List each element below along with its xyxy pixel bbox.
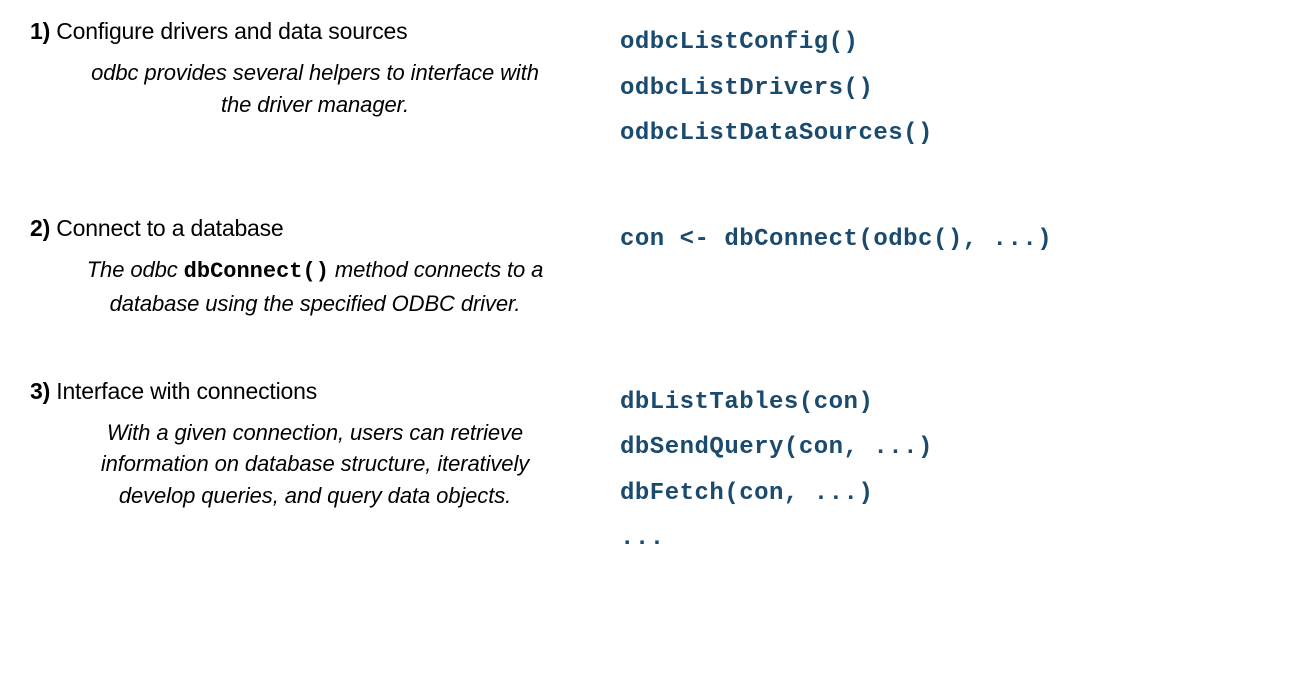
section-code: con <- dbConnect(odbc(), ...): [620, 215, 1272, 320]
code-line: odbcListDataSources(): [620, 111, 1272, 157]
section-title: Interface with connections: [56, 378, 317, 404]
code-line: odbcListDrivers(): [620, 66, 1272, 112]
code-line: con <- dbConnect(odbc(), ...): [620, 217, 1272, 263]
section-heading: 2) Connect to a database: [30, 215, 600, 242]
section-code: odbcListConfig() odbcListDrivers() odbcL…: [620, 18, 1272, 157]
code-line: odbcListConfig(): [620, 20, 1272, 66]
desc-inline-code: dbConnect(): [184, 259, 329, 284]
section-left: 2) Connect to a database The odbc dbConn…: [30, 215, 620, 320]
section-number: 3): [30, 378, 50, 404]
section-number: 1): [30, 18, 50, 44]
section-connect-database: 2) Connect to a database The odbc dbConn…: [30, 215, 1272, 320]
section-left: 3) Interface with connections With a giv…: [30, 378, 620, 562]
code-line: ...: [620, 516, 1272, 562]
code-line: dbSendQuery(con, ...): [620, 425, 1272, 471]
section-title: Configure drivers and data sources: [56, 18, 407, 44]
section-description: The odbc dbConnect() method connects to …: [30, 254, 600, 320]
section-heading: 1) Configure drivers and data sources: [30, 18, 600, 45]
section-left: 1) Configure drivers and data sources od…: [30, 18, 620, 157]
code-line: dbFetch(con, ...): [620, 471, 1272, 517]
section-description: odbc provides several helpers to interfa…: [30, 57, 600, 121]
section-configure-drivers: 1) Configure drivers and data sources od…: [30, 18, 1272, 157]
section-description: With a given connection, users can retri…: [30, 417, 600, 513]
section-number: 2): [30, 215, 50, 241]
desc-text: With a given connection, users can retri…: [101, 420, 529, 509]
section-heading: 3) Interface with connections: [30, 378, 600, 405]
section-interface-connections: 3) Interface with connections With a giv…: [30, 378, 1272, 562]
code-line: dbListTables(con): [620, 380, 1272, 426]
section-title: Connect to a database: [56, 215, 283, 241]
desc-text: odbc provides several helpers to interfa…: [91, 60, 539, 117]
section-code: dbListTables(con) dbSendQuery(con, ...) …: [620, 378, 1272, 562]
desc-text-before: The odbc: [87, 257, 184, 282]
